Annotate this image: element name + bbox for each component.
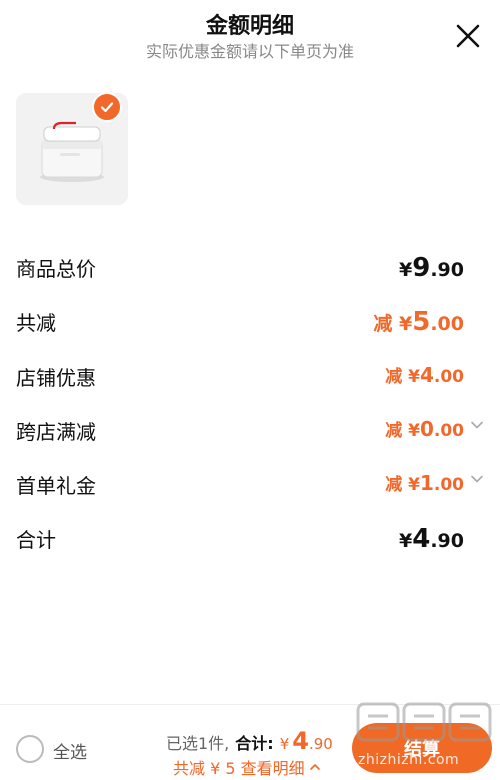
cross-store-dec: .00 [433, 421, 464, 441]
view-details-label: 共减 ¥ 5 查看明细 [173, 759, 305, 778]
close-icon [456, 24, 480, 48]
row-goods-total: 商品总价 ¥ 9 .90 [0, 253, 500, 293]
product-thumbnail[interactable] [16, 92, 128, 205]
total-reduction-amount: 减 ¥ 5 .00 [373, 307, 464, 337]
goods-total-currency: ¥ [399, 259, 413, 281]
check-icon [100, 102, 114, 113]
watermark-domain: zhizhizhi.com [358, 752, 460, 768]
sheet-title: 金额明细 [205, 14, 294, 39]
goods-total-int: 9 [412, 253, 431, 283]
chevron-up-icon [309, 764, 320, 770]
total-reduction-label: 共减 [16, 311, 56, 335]
row-shop-discount: 店铺优惠 减 ¥ 4 .00 [0, 362, 500, 402]
select-all-label[interactable]: 全选 [53, 738, 87, 763]
sheet-subtitle: 实际优惠金额请以下单页为准 [145, 42, 354, 61]
sheet-header: 金额明细 实际优惠金额请以下单页为准 [0, 0, 500, 70]
first-order-gift-label: 首单礼金 [16, 474, 96, 498]
goods-total-amount: ¥ 9 .90 [399, 253, 464, 283]
first-order-gift-dec: .00 [433, 475, 464, 495]
shop-discount-amount: 减 ¥ 4 .00 [385, 362, 464, 387]
shop-discount-int: 4 [419, 363, 434, 387]
total-reduction-prefix: 减 ¥ [373, 313, 413, 335]
cross-store-prefix: 减 ¥ [385, 421, 420, 441]
total-label: 合计: [235, 734, 274, 753]
chevron-down-icon[interactable] [470, 418, 484, 432]
total-int: 4 [292, 727, 309, 755]
checkout-bar: 全选 已选1件, 合计: ¥ 4 .90 共减 ¥ 5 查看明细 结算 [0, 704, 500, 780]
total-dec: .90 [308, 735, 333, 753]
view-details-link[interactable]: 共减 ¥ 5 查看明细 [173, 755, 321, 779]
selected-count: 已选1件, [166, 734, 230, 753]
cross-store-label: 跨店满减 [16, 420, 96, 444]
total-reduction-int: 5 [412, 307, 431, 337]
row-subtotal: 合计 ¥ 4 .90 [0, 524, 500, 564]
shop-discount-dec: .00 [433, 367, 464, 387]
select-all-radio[interactable] [16, 735, 44, 763]
shop-discount-prefix: 减 ¥ [385, 367, 420, 387]
first-order-gift-int: 1 [419, 471, 434, 495]
subtotal-label: 合计 [16, 528, 56, 552]
row-first-order-gift[interactable]: 首单礼金 减 ¥ 1 .00 [0, 470, 500, 510]
total-currency: ¥ [279, 735, 290, 753]
goods-total-dec: .90 [430, 259, 464, 281]
first-order-gift-prefix: 减 ¥ [385, 475, 420, 495]
close-button[interactable] [454, 22, 482, 50]
chevron-down-icon[interactable] [470, 472, 484, 486]
goods-total-label: 商品总价 [16, 257, 96, 281]
order-summary: 已选1件, 合计: ¥ 4 .90 [166, 727, 333, 755]
first-order-gift-amount: 减 ¥ 1 .00 [385, 470, 464, 495]
cross-store-amount: 减 ¥ 0 .00 [385, 416, 464, 441]
selected-check-badge[interactable] [92, 92, 122, 122]
subtotal-int: 4 [412, 524, 431, 554]
total-reduction-dec: .00 [430, 313, 464, 335]
row-total-reduction: 共减 减 ¥ 5 .00 [0, 307, 500, 347]
cross-store-int: 0 [419, 417, 434, 441]
subtotal-amount: ¥ 4 .90 [399, 524, 464, 554]
subtotal-currency: ¥ [399, 530, 413, 552]
shop-discount-label: 店铺优惠 [16, 366, 96, 390]
subtotal-dec: .90 [430, 530, 464, 552]
row-cross-store[interactable]: 跨店满减 减 ¥ 0 .00 [0, 416, 500, 456]
